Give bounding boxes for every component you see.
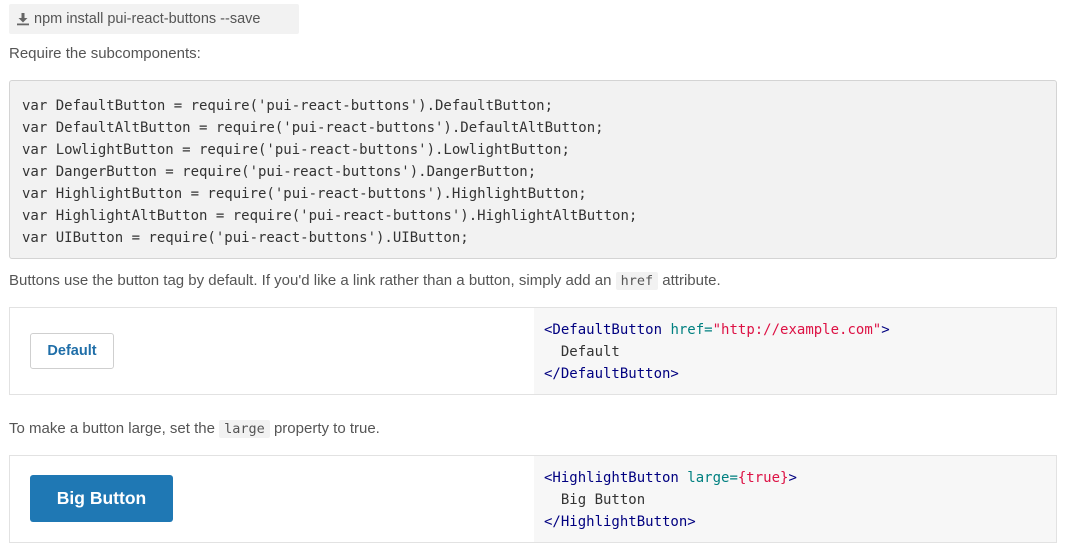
code-open-tag: <DefaultButton — [544, 322, 663, 338]
code-line: var DefaultButton = require('pui-react-b… — [22, 98, 554, 114]
large-note-text-end: property to true. — [273, 420, 380, 437]
example-default: Default <DefaultButton href="http://exam… — [9, 307, 1057, 395]
code-close-tag: </HighlightButton> — [544, 514, 696, 530]
large-note: To make a button large, set the large pr… — [9, 420, 380, 438]
code-content: Default — [560, 344, 620, 360]
code-attr-value: {true} — [737, 470, 789, 486]
example-large: Big Button <HighlightButton large={true}… — [9, 455, 1057, 543]
inline-code: href — [615, 272, 659, 290]
example-demo: Default — [10, 308, 534, 394]
code-line: var HighlightAltButton = require('pui-re… — [22, 208, 638, 224]
code-attr-name: href= — [670, 322, 713, 338]
example-source: <DefaultButton href="http://example.com"… — [534, 308, 1056, 394]
install-command: npm install pui-react-buttons --save — [9, 4, 299, 34]
code-line: var DefaultAltButton = require('pui-reac… — [22, 120, 604, 136]
large-note-text: To make a button large, set the — [9, 420, 215, 437]
example-demo: Big Button — [10, 456, 534, 542]
install-command-text: npm install pui-react-buttons --save — [34, 11, 261, 27]
require-intro: Require the subcomponents: — [9, 45, 201, 62]
download-icon — [17, 13, 29, 26]
code-open-close: > — [788, 470, 797, 486]
inline-code: large — [219, 420, 270, 438]
link-note-text: Buttons use the button tag by default. I… — [9, 272, 612, 289]
big-button[interactable]: Big Button — [30, 475, 173, 522]
code-open-close: > — [881, 322, 890, 338]
link-note-text-end: attribute. — [662, 272, 721, 289]
code-close-tag: </DefaultButton> — [544, 366, 679, 382]
default-button[interactable]: Default — [30, 333, 114, 369]
require-code-block: var DefaultButton = require('pui-react-b… — [9, 80, 1057, 259]
example-source: <HighlightButton large={true}> Big Butto… — [534, 456, 1056, 542]
code-content: Big Button — [560, 492, 646, 508]
link-note: Buttons use the button tag by default. I… — [9, 272, 721, 290]
code-attr-value: "http://example.com" — [712, 322, 882, 338]
code-line: var UIButton = require('pui-react-button… — [22, 230, 469, 246]
code-line: var HighlightButton = require('pui-react… — [22, 186, 587, 202]
code-attr-name: large= — [687, 470, 738, 486]
code-line: var LowlightButton = require('pui-react-… — [22, 142, 570, 158]
code-line: var DangerButton = require('pui-react-bu… — [22, 164, 537, 180]
code-open-tag: <HighlightButton — [544, 470, 679, 486]
